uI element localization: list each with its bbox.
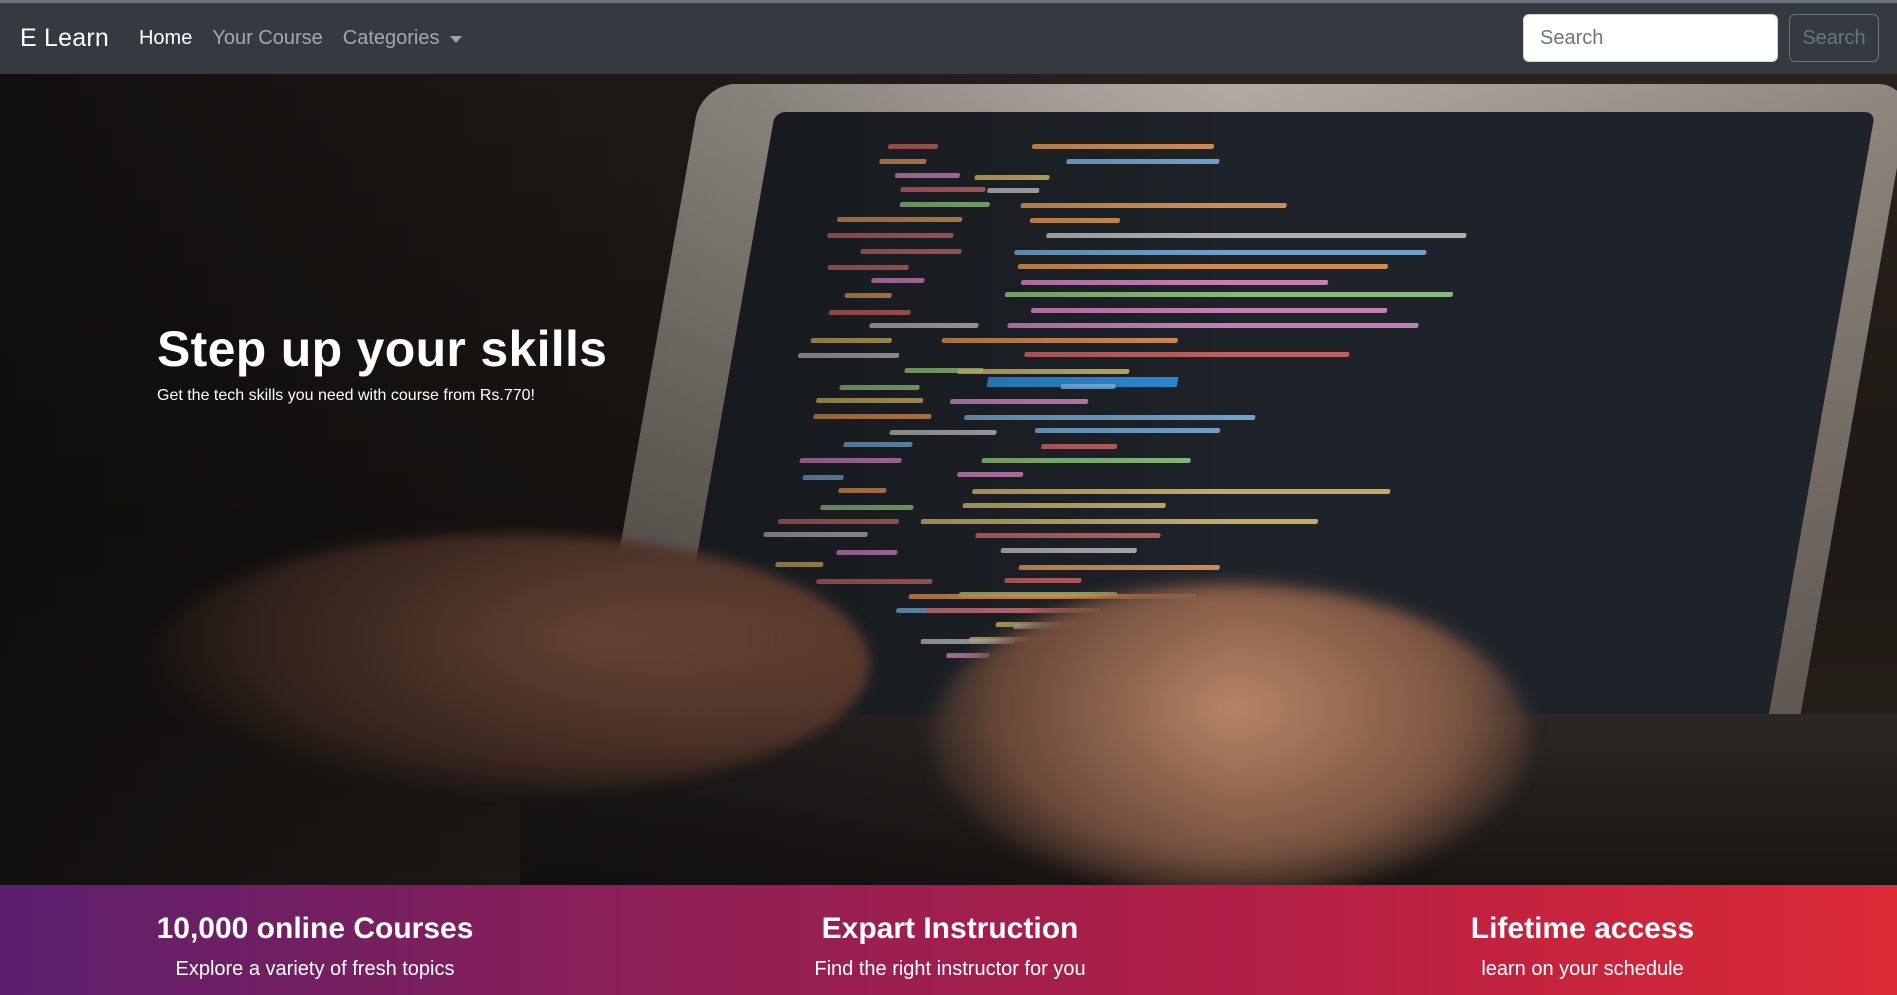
code-line bbox=[975, 532, 1161, 538]
code-line bbox=[844, 293, 893, 299]
feature-title: 10,000 online Courses bbox=[156, 912, 474, 945]
feature-title: Expart Instruction bbox=[821, 912, 1079, 945]
brand-logo[interactable]: E Learn bbox=[20, 24, 109, 53]
code-line bbox=[887, 143, 939, 149]
code-line bbox=[899, 187, 986, 193]
code-line bbox=[1007, 323, 1419, 329]
search-input[interactable] bbox=[1523, 14, 1778, 62]
code-line bbox=[973, 174, 1050, 180]
code-line bbox=[1014, 249, 1428, 255]
code-line bbox=[827, 233, 955, 239]
code-line bbox=[819, 504, 914, 510]
feature-courses: 10,000 online Courses Explore a variety … bbox=[140, 885, 490, 981]
code-line bbox=[777, 519, 899, 525]
nav-link-your-course[interactable]: Your Course bbox=[212, 27, 322, 50]
code-line bbox=[1018, 564, 1220, 570]
code-line bbox=[827, 264, 909, 270]
code-line bbox=[879, 158, 928, 164]
code-line bbox=[1024, 352, 1350, 358]
right-hand-image bbox=[930, 584, 1530, 885]
code-line bbox=[898, 202, 991, 208]
code-line bbox=[981, 457, 1191, 463]
code-line bbox=[1034, 427, 1221, 433]
hero-title: Step up your skills bbox=[157, 321, 608, 377]
feature-text: Find the right instructor for you bbox=[814, 958, 1086, 980]
navbar: E Learn Home Your Course Categories Sear… bbox=[0, 0, 1897, 74]
code-line bbox=[816, 579, 934, 585]
categories-label: Categories bbox=[342, 27, 440, 49]
search-button[interactable]: Search bbox=[1789, 14, 1879, 62]
code-line bbox=[963, 414, 1257, 420]
feature-lifetime: Lifetime access learn on your schedule bbox=[1440, 885, 1725, 981]
feature-instruction: Expart Instruction Find the right instru… bbox=[790, 885, 1110, 981]
feature-text: Explore a variety of fresh topics bbox=[175, 958, 455, 980]
code-line bbox=[1004, 292, 1454, 298]
code-line bbox=[1060, 383, 1117, 389]
code-line bbox=[815, 397, 924, 403]
code-line bbox=[797, 353, 900, 359]
hero-subtitle: Get the tech skills you need with course… bbox=[157, 387, 535, 404]
code-line bbox=[763, 532, 868, 538]
code-line bbox=[1040, 443, 1118, 449]
code-line bbox=[889, 429, 998, 435]
code-line bbox=[1045, 233, 1468, 239]
code-line bbox=[1066, 158, 1220, 164]
code-line bbox=[1004, 578, 1082, 584]
search-form: Search bbox=[1523, 14, 1879, 62]
code-line bbox=[957, 472, 1024, 478]
code-line bbox=[962, 502, 1167, 508]
left-hand-image bbox=[150, 534, 870, 794]
code-line bbox=[838, 488, 888, 494]
code-line bbox=[1020, 279, 1329, 285]
code-line bbox=[920, 519, 1319, 525]
nav-link-home[interactable]: Home bbox=[139, 27, 192, 50]
code-line bbox=[956, 368, 1131, 374]
code-line bbox=[941, 338, 1179, 344]
code-line bbox=[860, 248, 962, 254]
code-line bbox=[1031, 144, 1215, 150]
code-line bbox=[775, 562, 824, 568]
feature-title: Lifetime access bbox=[1470, 912, 1695, 945]
code-line bbox=[798, 458, 902, 464]
code-line bbox=[836, 549, 898, 555]
hero-banner: Step up your skills Get the tech skills … bbox=[0, 74, 1897, 885]
code-line bbox=[894, 173, 961, 179]
code-line bbox=[1029, 218, 1121, 224]
code-line bbox=[1030, 308, 1388, 314]
code-line bbox=[838, 384, 921, 390]
code-line bbox=[842, 442, 913, 448]
code-line bbox=[836, 217, 963, 223]
code-line bbox=[949, 398, 1089, 404]
feature-text: learn on your schedule bbox=[1481, 958, 1684, 980]
chevron-down-icon bbox=[449, 36, 462, 43]
code-line bbox=[999, 548, 1138, 554]
code-line bbox=[870, 277, 926, 283]
features-bar: 10,000 online Courses Explore a variety … bbox=[0, 885, 1897, 995]
code-line bbox=[810, 337, 893, 343]
nav-dropdown-categories[interactable]: Categories bbox=[343, 27, 462, 50]
code-line bbox=[1017, 264, 1389, 270]
code-line bbox=[827, 309, 912, 315]
code-line bbox=[869, 323, 979, 329]
code-line bbox=[986, 187, 1041, 193]
code-line bbox=[813, 414, 932, 420]
code-line bbox=[971, 488, 1391, 494]
code-line bbox=[802, 474, 844, 480]
code-line bbox=[1019, 203, 1288, 209]
